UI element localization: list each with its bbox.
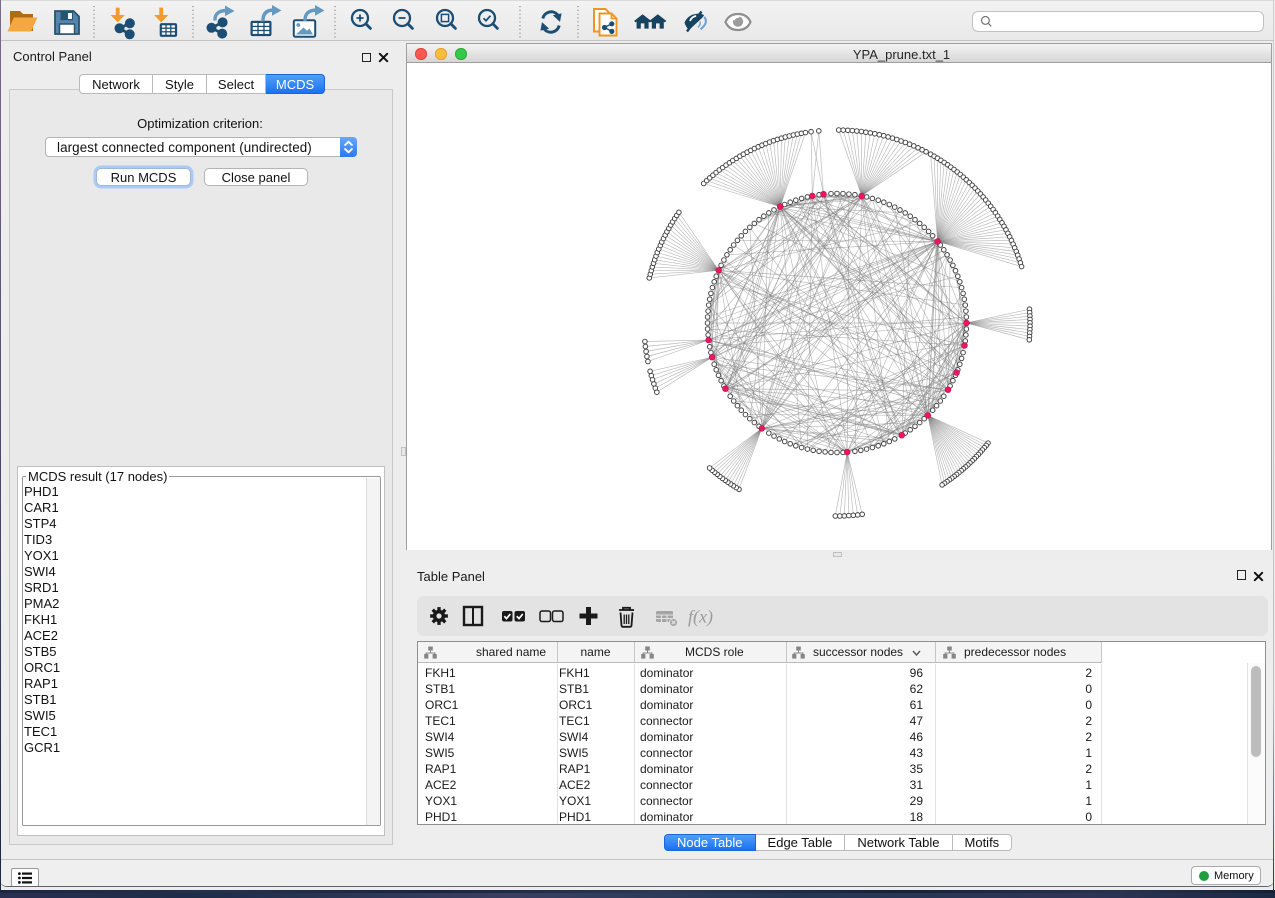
svg-text:f(x): f(x) — [688, 607, 713, 628]
